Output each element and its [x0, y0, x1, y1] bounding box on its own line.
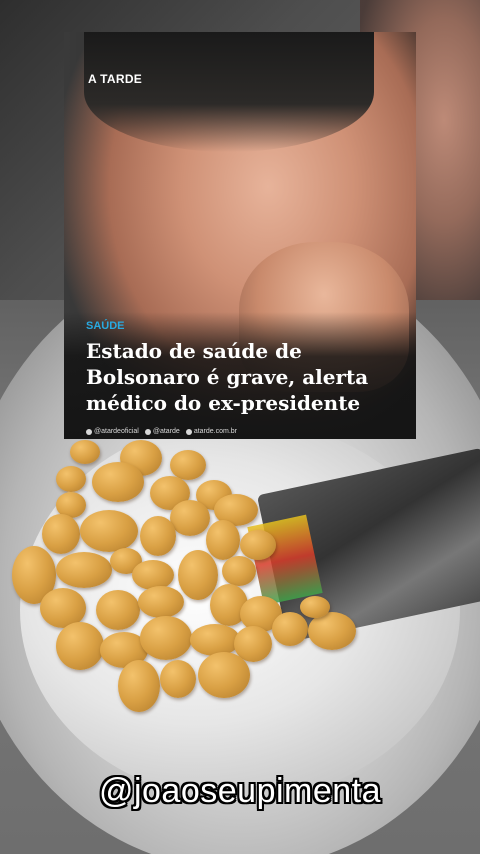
username-watermark: @joaoseupimenta: [98, 772, 382, 810]
social-item-instagram: @atardeoficial: [86, 428, 139, 435]
news-card: A TARDE SAÚDE Estado de saúde de Bolsona…: [64, 32, 416, 439]
photo-hair: [84, 32, 374, 152]
social-handle: atarde.com.br: [193, 428, 238, 435]
instagram-icon: [86, 428, 92, 435]
social-item-facebook: @atarde: [144, 428, 180, 435]
category-label: SAÚDE: [86, 320, 125, 332]
social-item-website: atarde.com.br: [185, 428, 238, 435]
social-handles: @atardeoficial @atarde atarde.com.br: [86, 428, 237, 435]
social-handle: @atardeoficial: [94, 428, 139, 435]
facebook-icon: [144, 428, 151, 435]
brand-logo: A TARDE: [88, 72, 143, 86]
globe-icon: [185, 428, 192, 435]
video-frame: A TARDE SAÚDE Estado de saúde de Bolsona…: [0, 0, 480, 854]
headline: Estado de saúde de Bolsonaro é grave, al…: [86, 339, 369, 415]
social-handle: @atarde: [152, 428, 180, 435]
